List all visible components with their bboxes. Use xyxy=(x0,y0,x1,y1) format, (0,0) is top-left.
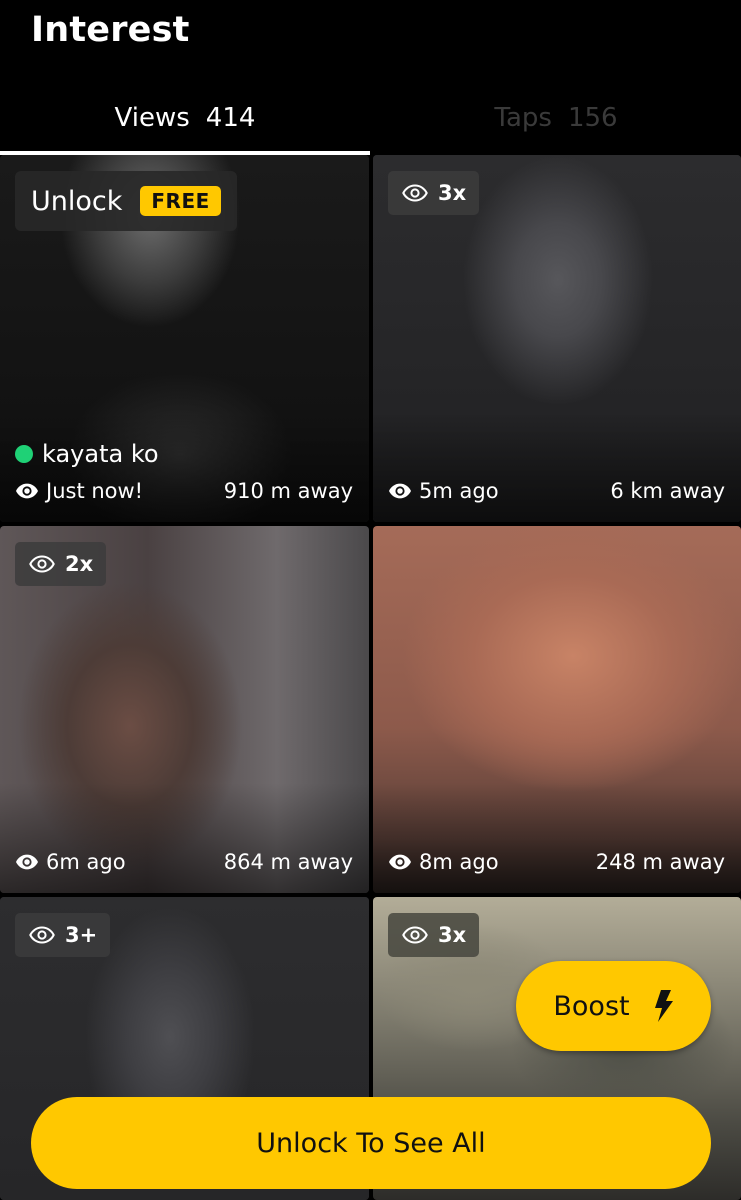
app-screen: Interest Views 414 Taps 156 Unlock FREE … xyxy=(0,0,741,1200)
unlock-label: Unlock xyxy=(31,185,123,217)
tab-taps-label: Taps xyxy=(494,102,552,133)
tab-views-count: 414 xyxy=(205,102,256,133)
eye-outline-icon xyxy=(29,555,55,573)
eye-icon xyxy=(16,854,38,870)
free-badge: FREE xyxy=(140,186,221,216)
eye-outline-icon xyxy=(29,926,55,944)
profile-name: kayata ko xyxy=(42,440,159,468)
profile-card[interactable]: 3x 5m ago 6 km away xyxy=(373,155,741,522)
viewed-time: Just now! xyxy=(46,479,144,503)
viewed-time: 5m ago xyxy=(419,479,499,503)
unlock-free-button[interactable]: Unlock FREE xyxy=(15,171,237,231)
view-count: 3+ xyxy=(65,923,98,947)
distance-label: 6 km away xyxy=(610,479,725,503)
card-meta: 6m ago 864 m away xyxy=(16,847,353,877)
tab-taps-count: 156 xyxy=(567,102,618,133)
distance-label: 864 m away xyxy=(223,850,353,874)
eye-outline-icon xyxy=(402,926,428,944)
page-title: Interest xyxy=(31,10,190,50)
view-count: 3x xyxy=(438,181,467,205)
boost-label: Boost xyxy=(553,990,630,1022)
eye-icon xyxy=(16,483,38,499)
tab-views[interactable]: Views 414 xyxy=(0,80,370,155)
distance-label: 248 m away xyxy=(595,850,725,874)
unlock-all-label: Unlock To See All xyxy=(256,1127,486,1159)
eye-icon xyxy=(389,854,411,870)
tab-taps[interactable]: Taps 156 xyxy=(371,80,741,155)
tab-views-label: Views xyxy=(114,102,190,133)
boost-button[interactable]: Boost xyxy=(516,961,711,1051)
profile-card[interactable]: 2x 6m ago 864 m away xyxy=(0,526,369,893)
viewed-time: 6m ago xyxy=(46,850,126,874)
lightning-bolt-icon xyxy=(654,990,673,1022)
header: Interest xyxy=(0,0,741,70)
tab-bar: Views 414 Taps 156 xyxy=(0,80,741,155)
view-count-chip: 2x xyxy=(15,542,107,586)
profile-card[interactable]: Unlock FREE kayata ko Just now! 910 m aw… xyxy=(0,155,369,522)
eye-icon xyxy=(389,483,411,499)
view-count-chip: 3x xyxy=(388,913,480,957)
card-meta: Just now! 910 m away xyxy=(16,476,353,506)
view-count: 3x xyxy=(438,923,467,947)
online-status-dot xyxy=(15,445,33,463)
view-count-chip: 3x xyxy=(388,171,480,215)
eye-outline-icon xyxy=(402,184,428,202)
card-meta: 5m ago 6 km away xyxy=(389,476,725,506)
card-meta: 8m ago 248 m away xyxy=(389,847,725,877)
profile-card[interactable]: 8m ago 248 m away xyxy=(373,526,741,893)
distance-label: 910 m away xyxy=(223,479,353,503)
view-count: 2x xyxy=(65,552,94,576)
profile-name-row: kayata ko xyxy=(15,440,159,468)
view-count-chip: 3+ xyxy=(15,913,111,957)
unlock-all-button[interactable]: Unlock To See All xyxy=(31,1097,711,1189)
viewed-time: 8m ago xyxy=(419,850,499,874)
